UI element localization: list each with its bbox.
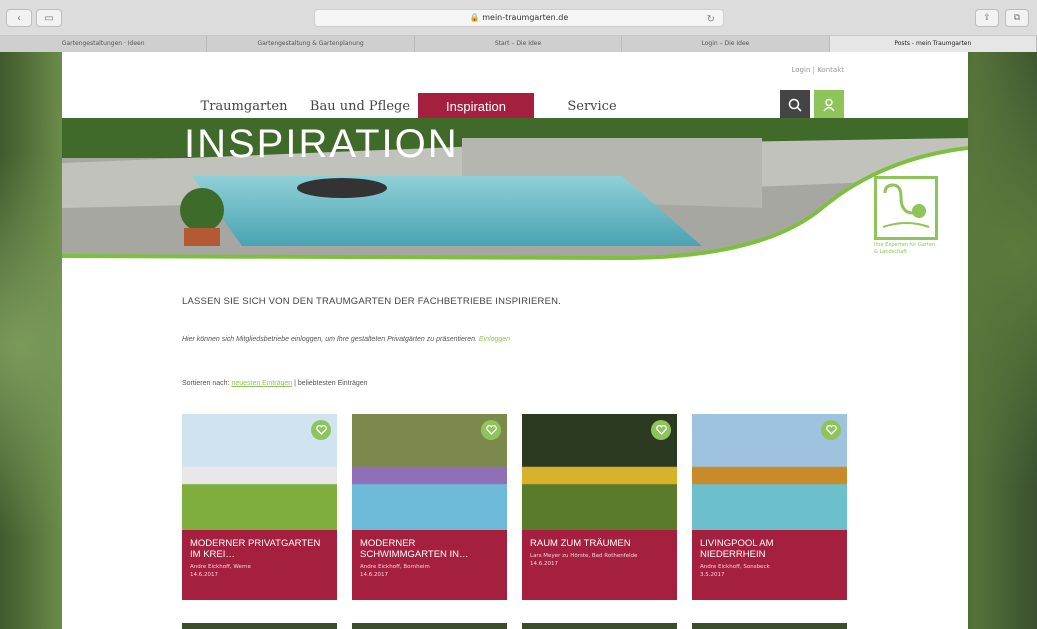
- card-body[interactable]: MODERNER PRIVATGARTEN IM KREI… Andre Eick…: [182, 530, 337, 600]
- card-body[interactable]: LIVINGPOOL AM NIEDERRHEIN Andre Eickhoff,…: [692, 530, 847, 600]
- inspiration-cards: MODERNER PRIVATGARTEN IM KREI… Andre Eick…: [182, 414, 847, 600]
- browser-tab[interactable]: Start – Die Idee: [415, 36, 623, 52]
- browser-toolbar: ‹ ▭ 🔒 mein-traumgarten.de ↻ ⇪ ⧉: [0, 0, 1037, 36]
- card-title: MODERNER SCHWIMMGARTEN IN…: [360, 538, 469, 560]
- card-title: LIVINGPOOL AM NIEDERRHEIN: [700, 538, 774, 560]
- hero-title: INSPIRATION: [184, 122, 459, 166]
- browser-chrome: ‹ ▭ 🔒 mein-traumgarten.de ↻ ⇪ ⧉ Gartenge…: [0, 0, 1037, 52]
- url-text: mein-traumgarten.de: [482, 13, 569, 22]
- logo-icon: [882, 183, 930, 228]
- nav-item-bau-und-pflege[interactable]: Bau und Pflege: [302, 93, 418, 119]
- web-page: Login | Kontakt Traumgarten Bau und Pfleg…: [62, 52, 968, 629]
- tab-bar: Gartengestaltungen · Ideen Gartengestaltu…: [0, 36, 1037, 52]
- browser-tab[interactable]: Gartengestaltung & Gartenplanung: [207, 36, 415, 52]
- intro-note: Hier können sich Mitgliedsbetriebe einlo…: [182, 336, 510, 343]
- card-author: Lars Meyer zu Hörste, Bad Rothenfelde: [530, 552, 638, 559]
- card-author: Andre Eickhoff, Werne: [190, 563, 251, 570]
- logo-text: Ihre Experten für Garten & Landschaft: [874, 242, 936, 255]
- reload-icon[interactable]: ↻: [707, 12, 715, 28]
- card-author: Andre Eickhoff, Bornheim: [360, 563, 430, 570]
- card-image[interactable]: [692, 414, 847, 530]
- card-date: 14.6.2017: [530, 560, 558, 567]
- card-meta: Andre Eickhoff, Sonsbeck 3.5.2017: [700, 564, 839, 579]
- browser-actions: ⇪ ⧉: [975, 9, 1029, 27]
- browser-tab[interactable]: Posts - mein Traumgarten: [829, 36, 1037, 52]
- favorite-button[interactable]: [821, 420, 841, 440]
- favorite-button[interactable]: [651, 420, 671, 440]
- user-button[interactable]: [814, 90, 844, 120]
- card-image[interactable]: [522, 414, 677, 530]
- login-links[interactable]: Login | Kontakt: [792, 66, 845, 74]
- card-body[interactable]: MODERNER SCHWIMMGARTEN IN… Andre Eickhoff…: [352, 530, 507, 600]
- lock-icon: 🔒: [469, 13, 480, 22]
- card-date: 14.6.2017: [190, 571, 218, 578]
- sort-prefix: Sortieren nach:: [182, 380, 230, 387]
- login-link[interactable]: Einloggen: [479, 336, 510, 343]
- card-meta: Lars Meyer zu Hörste, Bad Rothenfelde 14.…: [530, 553, 669, 568]
- nav-item-traumgarten[interactable]: Traumgarten: [186, 93, 302, 119]
- share-icon[interactable]: ⇪: [975, 9, 999, 27]
- intro-headline: LASSEN SIE SICH VON DEN TRAUMGARTEN DER …: [182, 296, 562, 307]
- browser-tab[interactable]: Login – Die Idee: [622, 36, 830, 52]
- card-date: 3.5.2017: [700, 571, 725, 578]
- card-title: MODERNER PRIVATGARTEN IM KREI…: [190, 538, 321, 560]
- heart-icon: [485, 425, 497, 435]
- heart-icon: [655, 425, 667, 435]
- intro-note-text: Hier können sich Mitgliedsbetriebe einlo…: [182, 336, 477, 343]
- card-peek[interactable]: [692, 623, 847, 629]
- heart-icon: [825, 425, 837, 435]
- tabs-icon[interactable]: ⧉: [1005, 9, 1029, 27]
- card-image[interactable]: [182, 414, 337, 530]
- nav-item-inspiration[interactable]: Inspiration: [418, 93, 534, 119]
- card-date: 14.6.2017: [360, 571, 388, 578]
- nav-item-service[interactable]: Service: [534, 93, 650, 119]
- card-peek[interactable]: [182, 623, 337, 629]
- browser-tab[interactable]: Gartengestaltungen · Ideen: [0, 36, 208, 52]
- sidebar-icon[interactable]: ▭: [36, 9, 62, 27]
- inspiration-card[interactable]: RAUM ZUM TRÄUMEN Lars Meyer zu Hörste, Ba…: [522, 414, 677, 600]
- next-row-cards: [182, 623, 847, 629]
- logo-mark: [874, 176, 938, 240]
- favorite-button[interactable]: [481, 420, 501, 440]
- heart-icon: [315, 425, 327, 435]
- card-body[interactable]: RAUM ZUM TRÄUMEN Lars Meyer zu Hörste, Ba…: [522, 530, 677, 600]
- inspiration-card[interactable]: MODERNER SCHWIMMGARTEN IN… Andre Eickhoff…: [352, 414, 507, 600]
- card-image[interactable]: [352, 414, 507, 530]
- inspiration-card[interactable]: MODERNER PRIVATGARTEN IM KREI… Andre Eick…: [182, 414, 337, 600]
- sort-popular-link[interactable]: | beliebtesten Einträgen: [294, 380, 367, 387]
- card-meta: Andre Eickhoff, Werne 14.6.2017: [190, 564, 329, 579]
- sort-newest-link[interactable]: neuesten Einträgen: [231, 380, 292, 387]
- sort-options: Sortieren nach: neuesten Einträgen | bel…: [182, 380, 368, 387]
- card-title: RAUM ZUM TRÄUMEN: [530, 538, 631, 549]
- inspiration-card[interactable]: LIVINGPOOL AM NIEDERRHEIN Andre Eickhoff,…: [692, 414, 847, 600]
- back-icon[interactable]: ‹: [6, 9, 32, 27]
- search-icon: [788, 98, 802, 112]
- card-peek[interactable]: [352, 623, 507, 629]
- browser-nav-buttons: ‹ ▭: [6, 9, 62, 27]
- card-meta: Andre Eickhoff, Bornheim 14.6.2017: [360, 564, 499, 579]
- user-icon: [823, 98, 835, 112]
- favorite-button[interactable]: [311, 420, 331, 440]
- card-peek[interactable]: [522, 623, 677, 629]
- hero-banner: INSPIRATION: [62, 118, 968, 268]
- address-bar[interactable]: 🔒 mein-traumgarten.de ↻: [314, 9, 724, 27]
- card-author: Andre Eickhoff, Sonsbeck: [700, 563, 770, 570]
- search-button[interactable]: [780, 90, 810, 120]
- brand-logo[interactable]: Ihre Experten für Garten & Landschaft: [874, 176, 938, 255]
- main-nav: Traumgarten Bau und Pflege Inspiration Serv…: [186, 93, 650, 119]
